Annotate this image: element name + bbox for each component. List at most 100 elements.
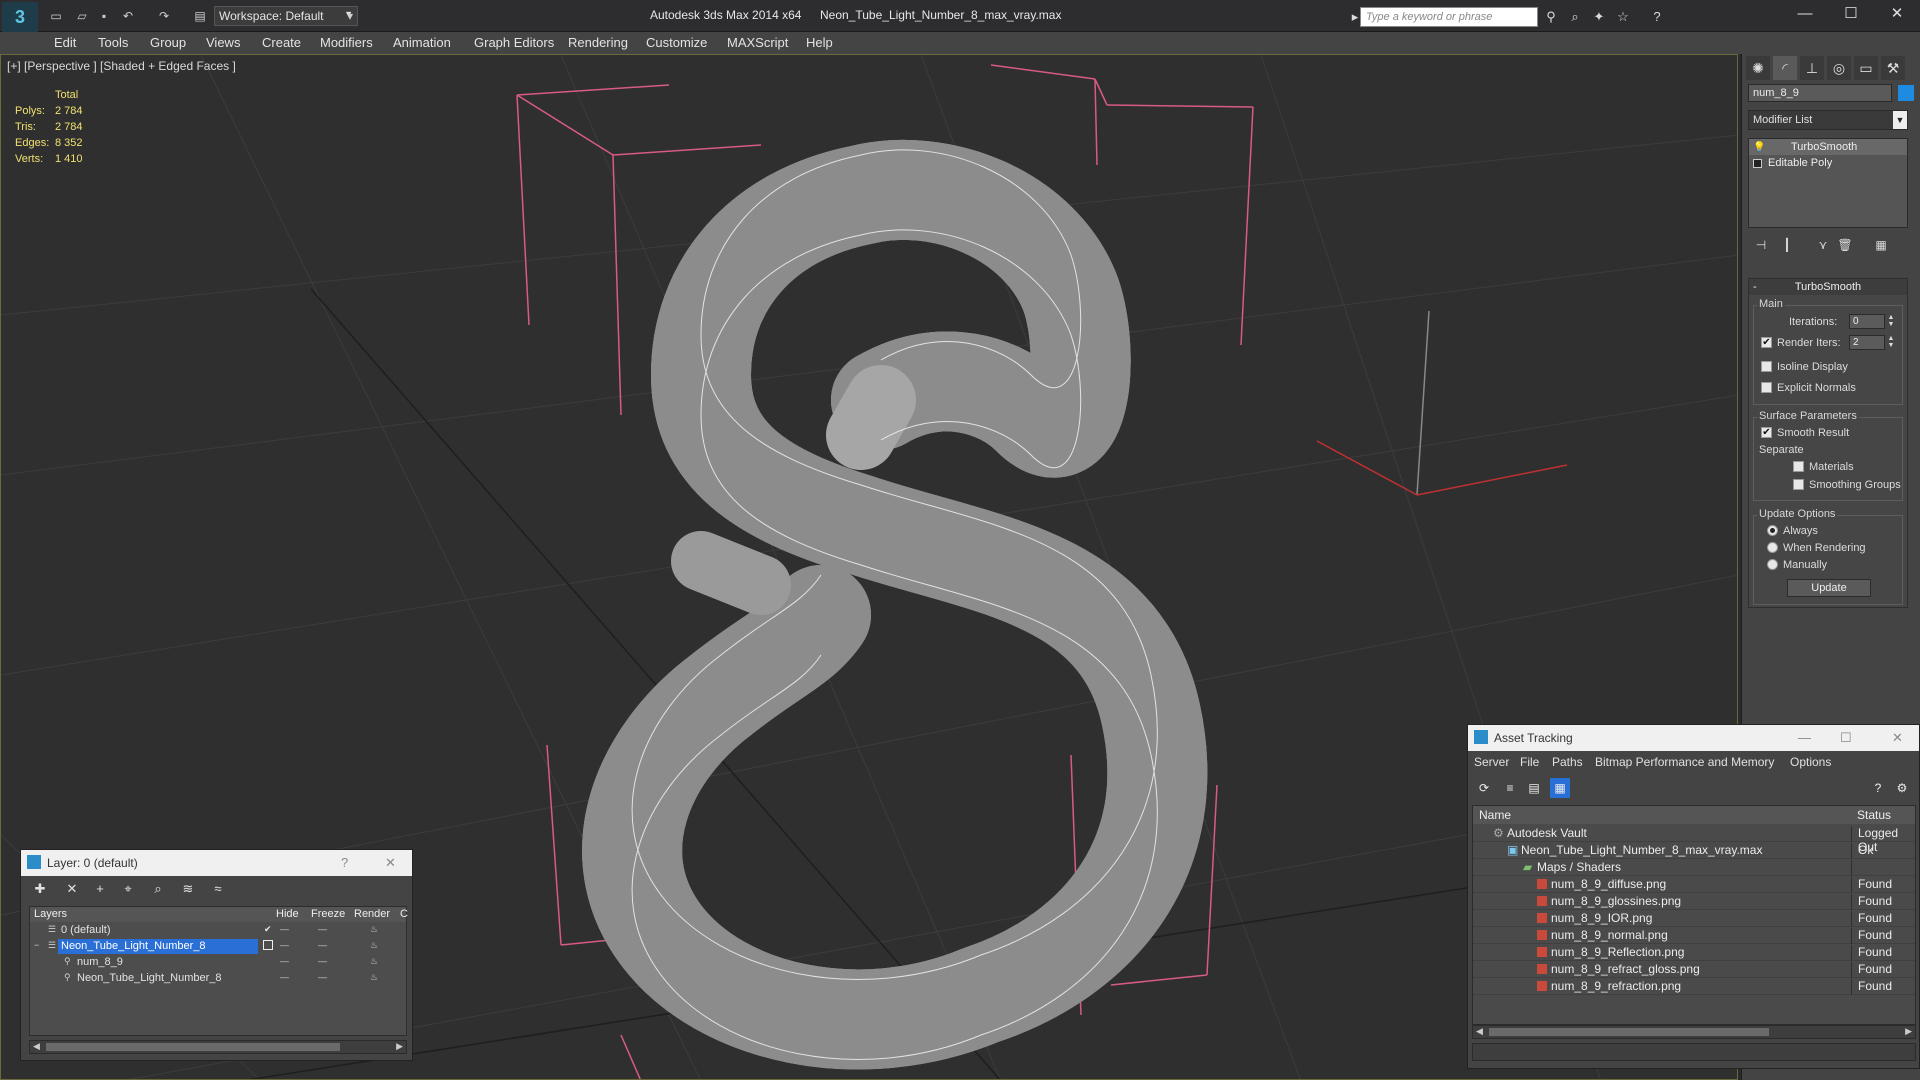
expand-icon[interactable]: −	[34, 940, 39, 950]
rollout-header[interactable]: - TurboSmooth	[1749, 279, 1907, 295]
new-file-icon[interactable]: ▭	[48, 8, 64, 24]
smoothing-groups-checkbox[interactable]	[1793, 479, 1804, 490]
help-icon[interactable]: ?	[1648, 8, 1666, 26]
render-teapot-icon[interactable]: ♨	[370, 924, 378, 935]
menu-edit[interactable]: Edit	[54, 35, 76, 50]
delete-layer-icon[interactable]: ✕	[63, 880, 81, 898]
menu-group[interactable]: Group	[150, 35, 186, 50]
scroll-right-icon[interactable]: ▶	[396, 1041, 403, 1052]
hide-toggle-icon[interactable]: —	[280, 972, 289, 982]
binoculars-icon[interactable]: ⚲	[1542, 8, 1560, 26]
stack-item-turbosmooth[interactable]: 💡 TurboSmooth	[1749, 139, 1907, 155]
refresh-icon[interactable]: ⟳	[1474, 778, 1494, 798]
asset-window-titlebar[interactable]: Asset Tracking — ☐ ✕	[1468, 725, 1919, 751]
menu-customize[interactable]: Customize	[646, 35, 707, 50]
freeze-all-icon[interactable]: ≈	[209, 880, 227, 898]
update-button[interactable]: Update	[1787, 579, 1871, 597]
asset-row[interactable]: num_8_9_normal.png Found	[1473, 927, 1915, 944]
hide-all-icon[interactable]: ≋	[179, 880, 197, 898]
col-c[interactable]: C	[400, 908, 408, 920]
remove-modifier-icon[interactable]: 🗑	[1836, 236, 1854, 254]
help-icon[interactable]: ?	[1868, 778, 1888, 798]
workspace-dropdown[interactable]: Workspace: Default ▼	[214, 6, 358, 26]
subscription-icon[interactable]: ⌕	[1566, 8, 1584, 26]
close-icon[interactable]: ✕	[385, 855, 396, 871]
spinner-arrows-icon[interactable]: ▲ ▼	[1887, 314, 1895, 329]
menu-rendering[interactable]: Rendering	[568, 35, 628, 50]
render-teapot-icon[interactable]: ♨	[370, 972, 378, 983]
hide-toggle-icon[interactable]: —	[280, 924, 289, 934]
manually-radio[interactable]	[1767, 559, 1778, 570]
favorites-star-icon[interactable]: ☆	[1614, 8, 1632, 26]
stack-item-editable-poly[interactable]: Editable Poly	[1749, 155, 1907, 171]
thumbnail-view-icon[interactable]: ▤	[1524, 778, 1544, 798]
save-icon[interactable]: ▪	[96, 8, 112, 24]
col-hide[interactable]: Hide	[276, 908, 299, 920]
asset-row[interactable]: num_8_9_refraction.png Found	[1473, 978, 1915, 995]
make-unique-icon[interactable]: ⋎	[1814, 236, 1832, 254]
hide-toggle-icon[interactable]: —	[280, 940, 289, 950]
asset-row[interactable]: num_8_9_glossines.png Found	[1473, 893, 1915, 910]
menu-modifiers[interactable]: Modifiers	[320, 35, 373, 50]
menu-graph-editors[interactable]: Graph Editors	[474, 35, 554, 50]
motion-tab-icon[interactable]: ◎	[1827, 56, 1851, 80]
menu-create[interactable]: Create	[262, 35, 301, 50]
menu-help[interactable]: Help	[806, 35, 833, 50]
render-teapot-icon[interactable]: ♨	[370, 940, 378, 951]
menu-options[interactable]: Options	[1790, 755, 1831, 769]
materials-checkbox[interactable]	[1793, 461, 1804, 472]
smooth-result-checkbox[interactable]: ✔	[1761, 427, 1772, 438]
maximize-icon[interactable]: ☐	[1840, 730, 1852, 746]
close-icon[interactable]: ✕	[1892, 730, 1903, 746]
add-selection-icon[interactable]: +	[91, 880, 109, 898]
col-status[interactable]: Status	[1857, 808, 1891, 822]
scroll-left-icon[interactable]: ◀	[1476, 1026, 1483, 1037]
help-icon[interactable]: ?	[341, 855, 348, 870]
menu-paths[interactable]: Paths	[1552, 755, 1583, 769]
col-render[interactable]: Render	[354, 908, 390, 920]
freeze-toggle-icon[interactable]: —	[318, 940, 327, 950]
show-end-result-icon[interactable]: ┃	[1778, 236, 1796, 254]
menu-maxscript[interactable]: MAXScript	[727, 35, 788, 50]
render-iters-checkbox[interactable]: ✔	[1761, 337, 1772, 348]
always-radio[interactable]	[1767, 525, 1778, 536]
asset-row[interactable]: num_8_9_IOR.png Found	[1473, 910, 1915, 927]
asset-row[interactable]: ⚙ Autodesk Vault Logged Out	[1473, 825, 1915, 854]
asset-row[interactable]: num_8_9_diffuse.png Found	[1473, 876, 1915, 893]
freeze-toggle-icon[interactable]: —	[318, 956, 327, 966]
layer-row[interactable]: ☰ 0 (default) ✔ — — ♨	[30, 923, 406, 939]
object-color-swatch[interactable]	[1898, 85, 1914, 101]
pin-stack-icon[interactable]: ⊣	[1752, 236, 1770, 254]
menu-tools[interactable]: Tools	[98, 35, 128, 50]
utilities-tab-icon[interactable]: ⚒	[1881, 56, 1905, 80]
modify-tab-icon[interactable]: ◜	[1773, 56, 1797, 80]
modifier-list-dropdown[interactable]: Modifier List ▼	[1748, 110, 1908, 130]
spinner-arrows-icon[interactable]: ▲ ▼	[1887, 335, 1895, 350]
layer-hscrollbar[interactable]: ◀ ▶	[29, 1040, 407, 1054]
layer-window-titlebar[interactable]: Layer: 0 (default) ? ✕	[21, 850, 412, 876]
isoline-checkbox[interactable]	[1761, 361, 1772, 372]
col-freeze[interactable]: Freeze	[311, 908, 345, 920]
scroll-right-icon[interactable]: ▶	[1905, 1026, 1912, 1037]
minimize-button[interactable]: —	[1782, 0, 1828, 28]
render-teapot-icon[interactable]: ♨	[370, 956, 378, 967]
expand-box-icon[interactable]	[1753, 158, 1762, 168]
asset-row[interactable]: ▣ Neon_Tube_Light_Number_8_max_vray.max …	[1473, 842, 1915, 859]
list-view-icon[interactable]: ≡	[1500, 778, 1520, 798]
undo-icon[interactable]: ↶	[120, 8, 136, 24]
scroll-left-icon[interactable]: ◀	[33, 1041, 40, 1052]
scroll-thumb[interactable]	[46, 1043, 340, 1051]
select-in-layer-icon[interactable]: ⌖	[119, 880, 137, 898]
highlight-layer-icon[interactable]: ⌕	[149, 880, 167, 898]
freeze-toggle-icon[interactable]: —	[318, 972, 327, 982]
maximize-button[interactable]: ☐	[1828, 0, 1874, 28]
open-file-icon[interactable]: ▱	[74, 8, 90, 24]
customize-quick-access-icon[interactable]: ▾	[342, 8, 358, 24]
menu-server[interactable]: Server	[1474, 755, 1509, 769]
communication-center-icon[interactable]: ✦	[1590, 8, 1608, 26]
layer-row[interactable]: ⚲ num_8_9 — — ♨	[30, 955, 406, 971]
settings-icon[interactable]: ⚙	[1892, 778, 1912, 798]
asset-row[interactable]: num_8_9_refract_gloss.png Found	[1473, 961, 1915, 978]
hide-toggle-icon[interactable]: —	[280, 956, 289, 966]
menu-bitmap-performance[interactable]: Bitmap Performance and Memory	[1595, 755, 1774, 769]
